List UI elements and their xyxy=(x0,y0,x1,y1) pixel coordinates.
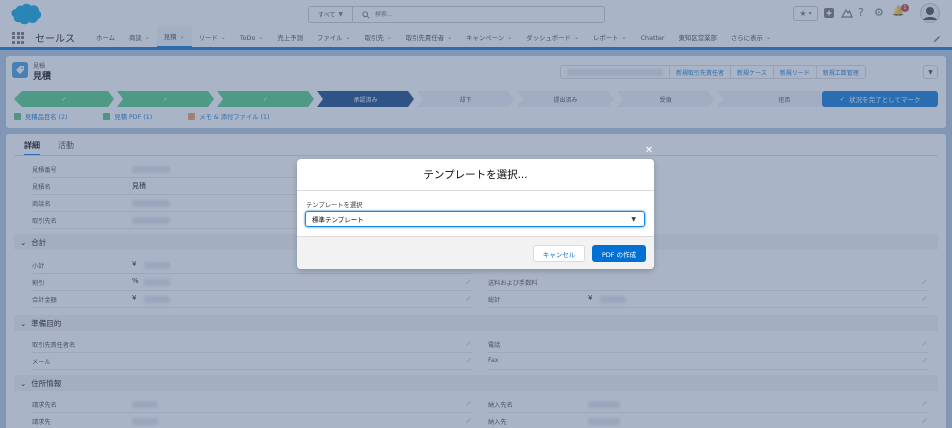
page: すべて ▼ ★ ▾ ? ⚙ 🔔 1 xyxy=(0,0,952,428)
template-select-modal: テンプレートを選択... テンプレートを選択 標準テンプレート ▼ キャンセル … xyxy=(297,159,654,269)
template-select-label: テンプレートを選択 xyxy=(306,202,363,209)
create-pdf-button[interactable]: PDF の作成 xyxy=(592,245,646,262)
template-select-value: 標準テンプレート xyxy=(312,216,364,224)
modal-title: テンプレートを選択... xyxy=(297,159,654,191)
cancel-button[interactable]: キャンセル xyxy=(533,245,585,262)
close-icon[interactable]: ✕ xyxy=(643,144,655,156)
modal-footer: キャンセル PDF の作成 xyxy=(297,236,654,269)
modal-body: テンプレートを選択 標準テンプレート ▼ xyxy=(297,191,654,236)
template-select[interactable]: 標準テンプレート ▼ xyxy=(305,211,645,227)
chevron-down-icon: ▼ xyxy=(631,216,636,223)
